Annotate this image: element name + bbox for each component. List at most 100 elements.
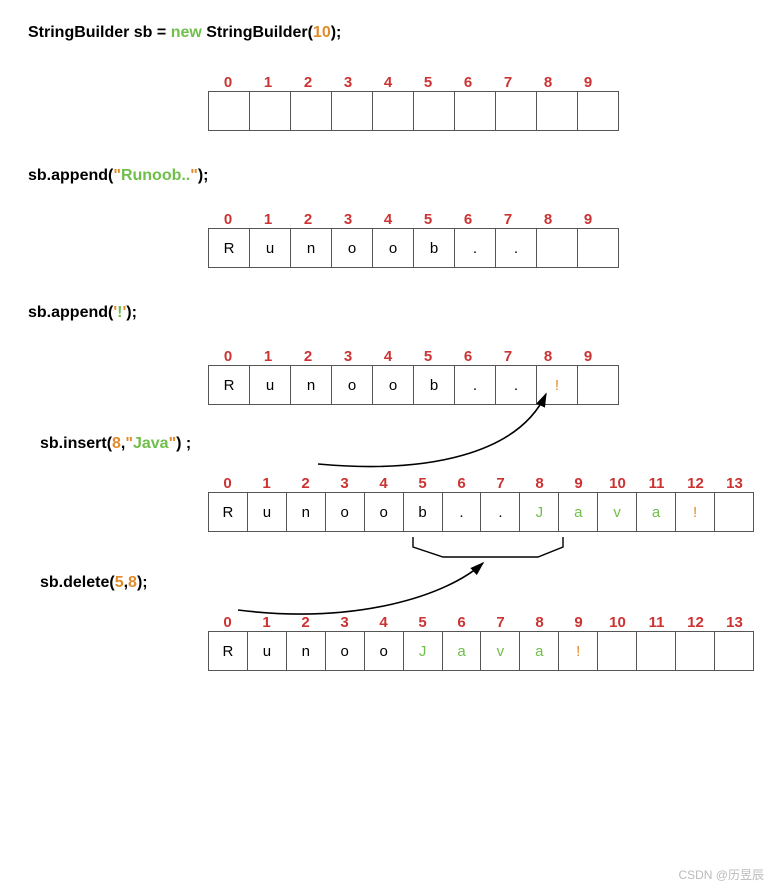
cell: J <box>519 492 559 532</box>
cell: ! <box>558 631 598 671</box>
code-text: sb.append( <box>28 167 113 184</box>
index-label: 1 <box>247 475 286 492</box>
cell <box>413 91 455 131</box>
cell: a <box>442 631 482 671</box>
index-label: 8 <box>520 614 559 631</box>
index-label: 2 <box>288 74 328 91</box>
index-label: 4 <box>368 211 408 228</box>
index-label: 7 <box>488 74 528 91</box>
arg-8: 8 <box>128 574 137 591</box>
cell: o <box>364 492 404 532</box>
index-label: 6 <box>448 74 488 91</box>
cell-row-2: Runoob.. <box>208 228 754 268</box>
index-row-5: 012345678910111213 <box>208 614 754 631</box>
code-text: ) ; <box>176 435 191 452</box>
cell: J <box>403 631 443 671</box>
index-label: 1 <box>248 211 288 228</box>
cell <box>675 631 715 671</box>
cell: o <box>372 228 414 268</box>
index-label: 1 <box>248 348 288 365</box>
cell <box>331 91 373 131</box>
cell-row-3: Runoob..! <box>208 365 754 405</box>
cell-row-4: Runoob..Java! <box>208 492 754 532</box>
index-label: 13 <box>715 614 754 631</box>
cell: a <box>636 492 676 532</box>
cell: R <box>208 228 250 268</box>
index-label: 1 <box>248 74 288 91</box>
index-label: 0 <box>208 211 248 228</box>
cell <box>454 91 496 131</box>
code-text: sb.insert( <box>40 435 112 452</box>
index-label: 10 <box>598 475 637 492</box>
index-label: 8 <box>528 211 568 228</box>
quote: " <box>190 167 198 184</box>
cell: o <box>331 365 373 405</box>
section-append-char: sb.append('!'); 0123456789 Runoob..! <box>28 304 754 405</box>
index-label: 8 <box>528 348 568 365</box>
index-label: 2 <box>286 614 325 631</box>
cell: . <box>480 492 520 532</box>
index-label: 5 <box>403 614 442 631</box>
code-text: ); <box>137 574 148 591</box>
cell: a <box>558 492 598 532</box>
cell: v <box>480 631 520 671</box>
arg-8: 8 <box>112 435 121 452</box>
code-text: StringBuilder sb = <box>28 24 171 41</box>
cell: . <box>495 365 537 405</box>
index-label: 11 <box>637 614 676 631</box>
index-label: 11 <box>637 475 676 492</box>
index-label: 4 <box>368 348 408 365</box>
index-label: 9 <box>568 211 608 228</box>
index-label: 6 <box>448 211 488 228</box>
string-arg: Java <box>133 435 169 452</box>
cell <box>577 228 619 268</box>
index-label: 6 <box>442 614 481 631</box>
cell <box>636 631 676 671</box>
quote: " <box>113 167 121 184</box>
quote: " <box>125 435 133 452</box>
cell: R <box>208 365 250 405</box>
code-text: StringBuilder( <box>202 24 313 41</box>
cell <box>249 91 291 131</box>
cell <box>208 91 250 131</box>
index-label: 0 <box>208 475 247 492</box>
index-label: 5 <box>408 211 448 228</box>
index-label: 7 <box>481 614 520 631</box>
index-row-3: 0123456789 <box>208 348 754 365</box>
index-row-1: 0123456789 <box>208 74 754 91</box>
cell: o <box>372 365 414 405</box>
cell: . <box>454 228 496 268</box>
cell: R <box>208 631 248 671</box>
cell: o <box>325 492 365 532</box>
cell: o <box>325 631 365 671</box>
index-label: 3 <box>328 74 368 91</box>
cell <box>495 91 537 131</box>
cell <box>597 631 637 671</box>
code-text: sb.delete( <box>40 574 115 591</box>
cell-row-1 <box>208 91 754 131</box>
cell: R <box>208 492 248 532</box>
section-new: StringBuilder sb = new StringBuilder(10)… <box>28 24 754 131</box>
cell <box>714 492 754 532</box>
cell: u <box>249 228 291 268</box>
cell: n <box>286 492 326 532</box>
index-label: 5 <box>408 74 448 91</box>
cell: b <box>413 365 455 405</box>
cell <box>290 91 332 131</box>
index-label: 7 <box>488 348 528 365</box>
code-text: ); <box>331 24 342 41</box>
index-label: 7 <box>488 211 528 228</box>
index-label: 2 <box>288 348 328 365</box>
index-label: 4 <box>364 475 403 492</box>
cell <box>714 631 754 671</box>
index-label: 12 <box>676 475 715 492</box>
watermark: CSDN @历昱辰 <box>678 866 764 883</box>
index-label: 5 <box>408 348 448 365</box>
index-label: 1 <box>247 614 286 631</box>
index-label: 2 <box>286 475 325 492</box>
code-text: ); <box>198 167 209 184</box>
section-append-str: sb.append("Runoob.."); 0123456789 Runoob… <box>28 167 754 268</box>
code-line-2: sb.append("Runoob.."); <box>28 167 754 185</box>
index-label: 4 <box>368 74 408 91</box>
cell: . <box>495 228 537 268</box>
